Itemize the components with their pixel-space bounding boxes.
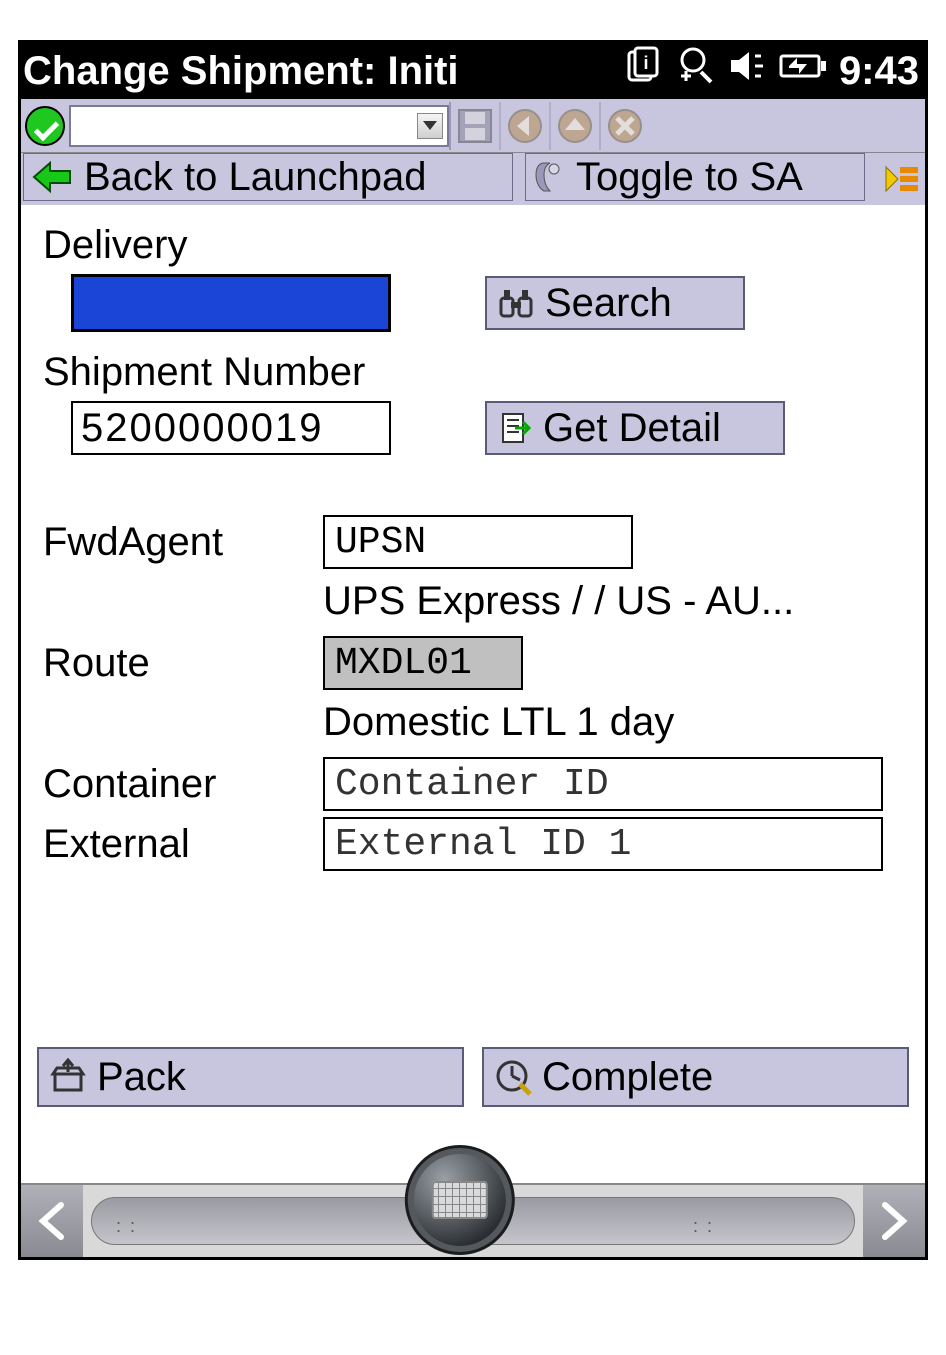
toggle-label: Toggle to SA — [576, 155, 803, 200]
detail-icon — [497, 410, 533, 446]
fwdagent-input[interactable] — [323, 515, 633, 569]
get-detail-label: Get Detail — [543, 406, 721, 451]
route-input — [323, 636, 523, 690]
nav-cancel-icon[interactable] — [599, 102, 649, 150]
nav-row: Back to Launchpad Toggle to SA — [21, 153, 925, 205]
container-label: Container — [43, 762, 323, 807]
dots-icon: : : — [116, 1216, 137, 1237]
sys-forward-button[interactable] — [863, 1185, 925, 1257]
search-label: Search — [545, 281, 672, 326]
toggle-icon — [532, 159, 566, 195]
chevron-down-icon — [417, 113, 443, 139]
container-input[interactable] — [323, 757, 883, 811]
shipment-label: Shipment Number — [43, 350, 909, 395]
keyboard-button[interactable] — [405, 1145, 515, 1255]
fwdagent-label: FwdAgent — [43, 520, 323, 565]
get-detail-button[interactable]: Get Detail — [485, 401, 785, 455]
search-button[interactable]: Search — [485, 276, 745, 330]
window-title: Change Shipment: Initi — [23, 49, 459, 94]
bottom-actions: Pack Complete — [37, 1047, 909, 1107]
complete-icon — [494, 1058, 532, 1096]
sys-back-button[interactable] — [21, 1185, 83, 1257]
binoculars-icon — [497, 284, 535, 322]
svg-text:i: i — [643, 53, 648, 73]
status-bar: Change Shipment: Initi i 9:43 — [21, 43, 925, 99]
clock: 9:43 — [839, 49, 919, 94]
nav-back-icon[interactable] — [499, 102, 549, 150]
arrow-left-icon — [30, 159, 74, 195]
toggle-sap-button[interactable]: Toggle to SA — [525, 153, 865, 201]
toolbar-dropdown[interactable] — [69, 105, 449, 147]
pack-label: Pack — [97, 1055, 186, 1100]
external-label: External — [43, 822, 323, 867]
confirm-icon[interactable] — [25, 106, 65, 146]
info-icon: i — [623, 46, 663, 96]
route-desc: Domestic LTL 1 day — [323, 700, 909, 745]
back-to-launchpad-button[interactable]: Back to Launchpad — [23, 153, 513, 201]
status-icons: i 9:43 — [623, 46, 919, 96]
complete-button[interactable]: Complete — [482, 1047, 909, 1107]
route-label: Route — [43, 641, 323, 686]
fwdagent-desc: UPS Express / / US - AU... — [323, 579, 909, 624]
menu-icon[interactable] — [877, 153, 923, 205]
pack-button[interactable]: Pack — [37, 1047, 464, 1107]
back-label: Back to Launchpad — [84, 155, 426, 200]
delivery-label: Delivery — [43, 223, 909, 268]
pack-icon — [49, 1058, 87, 1096]
nav-up-icon[interactable] — [549, 102, 599, 150]
system-bar: : : : : — [21, 1183, 925, 1257]
save-icon[interactable] — [449, 102, 499, 150]
complete-label: Complete — [542, 1055, 713, 1100]
external-input[interactable] — [323, 817, 883, 871]
sync-icon — [675, 46, 715, 96]
volume-icon — [727, 46, 767, 96]
battery-icon — [779, 46, 827, 96]
delivery-input[interactable] — [71, 274, 391, 332]
form-content: Delivery Search Shipment Number Get Deta… — [21, 205, 925, 1183]
shipment-number-input[interactable] — [71, 401, 391, 455]
toolbar — [21, 99, 925, 153]
device-frame: Change Shipment: Initi i 9:43 — [18, 40, 928, 1260]
keyboard-icon — [432, 1181, 488, 1219]
dots-icon: : : — [693, 1216, 714, 1237]
